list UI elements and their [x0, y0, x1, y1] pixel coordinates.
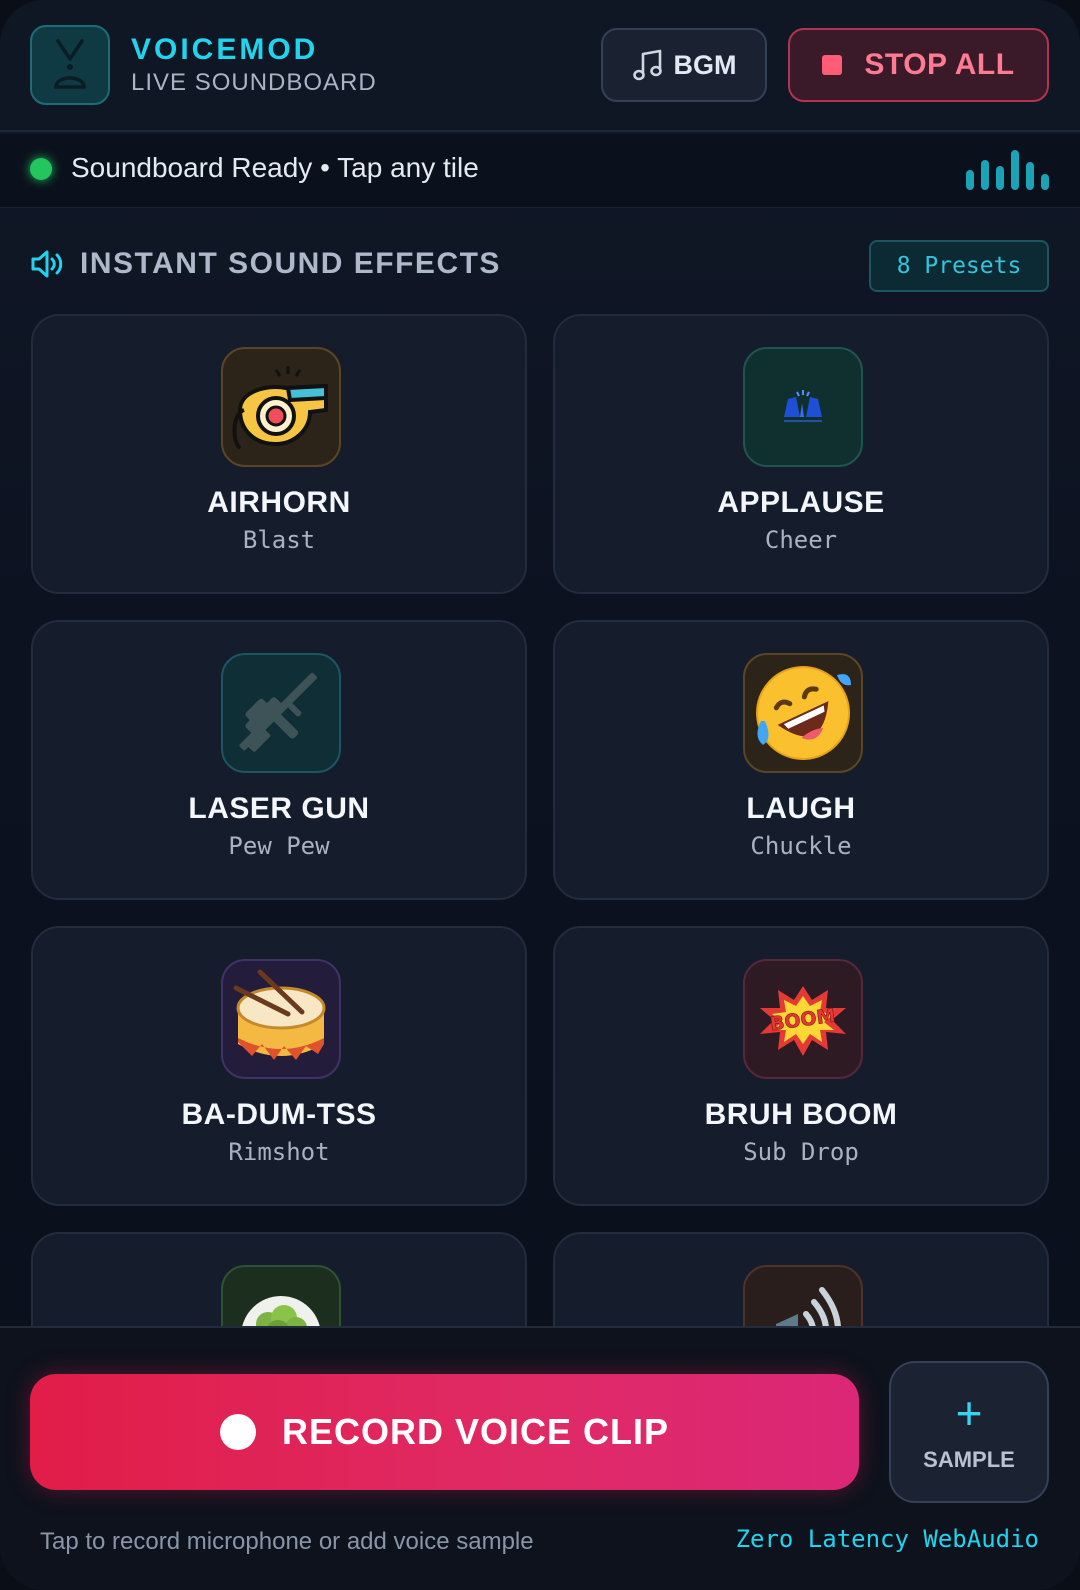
tile-subtitle: Rimshot	[228, 1138, 330, 1166]
record-label: RECORD VOICE CLIP	[281, 1411, 670, 1452]
drum-icon	[221, 959, 341, 1079]
tile-subtitle: Pew Pew	[228, 832, 330, 860]
presets-badge: 8 Presets	[869, 240, 1049, 292]
rolling-laughing-face-icon	[743, 653, 863, 773]
speaker-waves-icon	[743, 1265, 863, 1326]
whistle-icon	[221, 347, 341, 467]
tile-title: LASER GUN	[188, 792, 370, 825]
tile-subtitle: Sub Drop	[743, 1138, 859, 1166]
broccoli-plate-icon	[221, 1265, 341, 1326]
sound-tile-7[interactable]	[31, 1232, 527, 1326]
rifle-icon	[221, 653, 341, 773]
tile-subtitle: Cheer	[764, 526, 838, 554]
volume-icon	[31, 250, 63, 278]
sound-tile-applause[interactable]: APPLAUSE Cheer	[553, 314, 1049, 594]
sound-tile-laser-gun[interactable]: LASER GUN Pew Pew	[31, 620, 527, 900]
latency-label: Zero Latency WebAudio	[735, 1525, 1039, 1553]
record-hint-text: Tap to record microphone or add voice sa…	[40, 1528, 534, 1555]
sound-tile-8[interactable]	[553, 1232, 1049, 1326]
bottom-dock: RECORD VOICE CLIP + SAMPLE Tap to record…	[0, 1326, 1080, 1590]
sound-tile-ba-dum-tss[interactable]: BA-DUM-TSS Rimshot	[31, 926, 527, 1206]
tile-title: LAUGH	[746, 792, 856, 825]
sample-label: SAMPLE	[923, 1447, 1015, 1472]
tile-subtitle: Blast	[242, 526, 316, 554]
add-sample-button[interactable]: + SAMPLE	[889, 1361, 1049, 1503]
tile-subtitle: Chuckle	[750, 832, 852, 860]
boom-icon: BOOM	[743, 959, 863, 1079]
tile-title: BA-DUM-TSS	[181, 1098, 377, 1131]
sound-tiles-grid: INSTANT SOUND EFFECTS 8 Presets AIRHORN …	[0, 0, 1080, 1326]
record-dot-icon	[219, 1414, 256, 1450]
app-frame: VOICEMOD LIVE SOUNDBOARD BGM STOP ALL So…	[0, 0, 1080, 1590]
sound-tile-airhorn[interactable]: AIRHORN Blast	[31, 314, 527, 594]
clapping-hands-icon	[743, 347, 863, 467]
tile-title: AIRHORN	[207, 486, 351, 519]
section-title: INSTANT SOUND EFFECTS	[80, 247, 501, 280]
tile-title: APPLAUSE	[717, 486, 885, 519]
tile-title: BRUH BOOM	[704, 1098, 898, 1131]
record-voice-clip-button[interactable]: RECORD VOICE CLIP	[30, 1374, 859, 1490]
sound-tile-laugh[interactable]: LAUGH Chuckle	[553, 620, 1049, 900]
plus-icon: +	[955, 1387, 983, 1439]
sound-tile-bruh-boom[interactable]: BOOM BRUH BOOM Sub Drop	[553, 926, 1049, 1206]
